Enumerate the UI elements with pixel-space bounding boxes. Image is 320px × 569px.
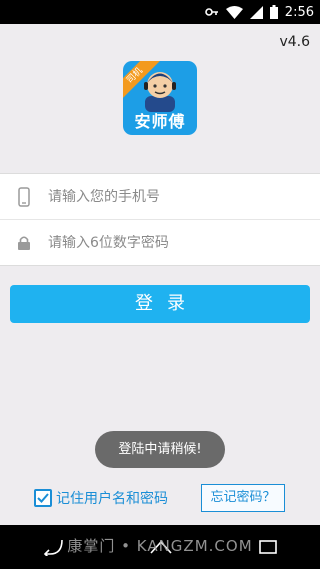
battery-icon: [269, 5, 278, 19]
wifi-icon: [225, 5, 243, 19]
lock-icon: [0, 235, 48, 251]
app-logo: 司机 安师傅: [123, 61, 197, 135]
remember-label: 记住用户名和密码: [56, 491, 168, 507]
app-version: v4.6: [279, 34, 310, 50]
logo-text: 安师傅: [134, 112, 186, 131]
loading-toast: 登陆中请稍候!: [95, 431, 225, 468]
phone-input[interactable]: [48, 188, 298, 205]
status-bar: 2:56: [0, 0, 320, 24]
login-form: [0, 173, 320, 266]
password-input[interactable]: [48, 235, 298, 251]
forgot-password-button[interactable]: 忘记密码？: [201, 484, 285, 512]
phone-field-row: [0, 174, 320, 220]
remember-checkbox[interactable]: [34, 489, 52, 507]
checkmark-icon: [37, 493, 49, 503]
remember-credentials[interactable]: 记住用户名和密码: [34, 488, 168, 508]
vpn-key-icon: [204, 8, 218, 16]
signal-icon: [249, 5, 263, 19]
login-button[interactable]: 登录: [10, 285, 310, 323]
password-field-row: [0, 220, 320, 266]
status-time: 2:56: [284, 4, 314, 20]
watermark: 康掌门 • KANGZM.COM: [67, 537, 253, 555]
driver-mascot-icon: [144, 72, 176, 112]
phone-icon: [0, 186, 48, 207]
